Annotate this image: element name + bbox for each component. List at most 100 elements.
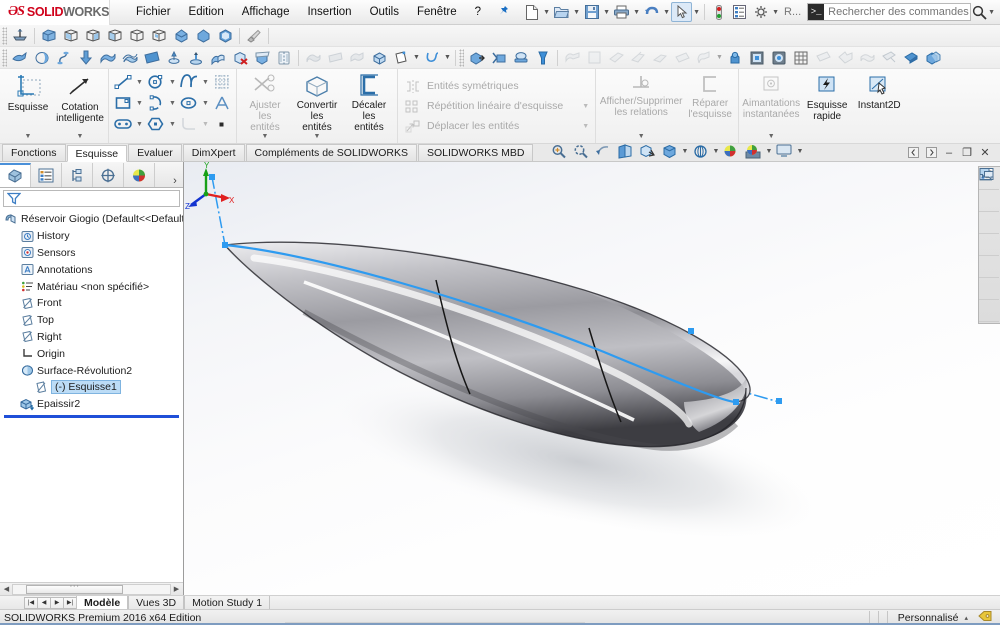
configuration-manager-tab[interactable] — [62, 163, 93, 187]
camera-icon[interactable] — [488, 48, 510, 68]
tree-item-right-plane[interactable]: Right — [2, 329, 183, 346]
rapid-sketch-button[interactable]: Esquisse rapide — [801, 70, 853, 142]
view-palette-icon[interactable] — [979, 168, 999, 256]
rebuild-icon[interactable] — [708, 2, 729, 22]
quick-snaps-button[interactable]: Aimantations instantanées ▼ — [741, 70, 801, 142]
chevron-down-icon[interactable]: ▼ — [764, 141, 773, 161]
fillet-icon[interactable] — [170, 26, 192, 46]
display-manager-tab[interactable] — [124, 163, 155, 187]
chevron-down-icon[interactable]: ▼ — [168, 121, 177, 128]
point-icon[interactable] — [210, 114, 234, 134]
chevron-down-icon[interactable]: ▼ — [168, 100, 177, 107]
save-icon[interactable] — [581, 2, 602, 22]
scale-icon[interactable] — [878, 48, 900, 68]
help-button[interactable]: ? — [995, 2, 1000, 22]
chevron-down-icon[interactable]: ▼ — [201, 79, 210, 86]
slot-icon[interactable] — [111, 114, 135, 134]
units-caret-icon[interactable]: ▴ — [964, 614, 978, 622]
undo-icon[interactable] — [641, 2, 662, 22]
chevron-down-icon[interactable]: ▼ — [412, 48, 421, 68]
flatten-surface-icon[interactable] — [856, 48, 878, 68]
search-input[interactable] — [828, 6, 971, 18]
tree-item-annotations[interactable]: Annotations — [2, 261, 183, 278]
previous-view-icon[interactable] — [592, 142, 614, 160]
chevron-down-icon[interactable]: ▼ — [795, 141, 804, 161]
instant2d-button[interactable]: Instant2D — [853, 70, 905, 142]
chevron-down-icon[interactable]: ▼ — [443, 48, 452, 68]
next-tab-button[interactable]: ▶ — [50, 596, 64, 609]
chevron-down-icon[interactable]: ▼ — [135, 100, 144, 107]
mirror-entities-row[interactable]: Entités symétriques — [404, 76, 589, 96]
chevron-down-icon[interactable]: ▼ — [568, 123, 589, 130]
mold-core-icon[interactable] — [746, 48, 768, 68]
circle-icon[interactable] — [144, 72, 168, 92]
sheet-metal-miter-icon[interactable] — [605, 48, 627, 68]
chevron-down-icon[interactable]: ▼ — [711, 141, 720, 161]
toolbar-grip[interactable] — [2, 48, 7, 67]
doc-tab-motion-study[interactable]: Motion Study 1 — [184, 595, 271, 610]
menu-item-insertion[interactable]: Insertion — [298, 3, 360, 21]
paint-appearance-icon[interactable] — [243, 26, 265, 46]
lofted-boss-icon[interactable] — [104, 26, 126, 46]
appearances-scenes-icon[interactable] — [979, 168, 999, 278]
tree-item-material[interactable]: Matériau <non spécifié> — [2, 278, 183, 295]
boundary-surface-icon[interactable] — [97, 48, 119, 68]
sheet-metal-base-icon[interactable] — [561, 48, 583, 68]
menu-item-fenetre[interactable]: Fenêtre — [408, 3, 466, 21]
chevron-down-icon[interactable]: ▼ — [25, 133, 32, 142]
doc-tab-modele[interactable]: Modèle — [76, 595, 129, 610]
scroll-right-icon[interactable]: ▶ — [171, 585, 182, 593]
first-tab-button[interactable]: |◀ — [24, 596, 38, 609]
menu-item-help[interactable]: ? — [466, 3, 490, 21]
chevron-down-icon[interactable]: ▼ — [201, 100, 210, 107]
ellipse-icon[interactable] — [177, 93, 201, 113]
previous-document-button[interactable] — [904, 144, 922, 161]
tree-item-origin[interactable]: Origin — [2, 345, 183, 362]
chevron-down-icon[interactable]: ▼ — [135, 121, 144, 128]
display-relations-button[interactable]: Afficher/Supprimer les relations ▼ — [598, 70, 684, 142]
chevron-down-icon[interactable]: ▼ — [680, 141, 689, 161]
open-document-icon[interactable] — [551, 2, 572, 22]
curve-icon[interactable] — [421, 48, 443, 68]
zoom-to-fit-icon[interactable] — [548, 142, 570, 160]
midsurface-icon[interactable] — [273, 48, 295, 68]
view-orientation-icon[interactable] — [636, 142, 658, 160]
print-icon[interactable] — [611, 2, 632, 22]
lights-icon[interactable] — [510, 48, 532, 68]
replace-face-icon[interactable] — [251, 48, 273, 68]
tree-item-front-plane[interactable]: Front — [2, 295, 183, 312]
arc-icon[interactable] — [144, 93, 168, 113]
offset-surface-icon[interactable] — [163, 48, 185, 68]
settings-gear-icon[interactable] — [750, 2, 771, 22]
sheet-metal-unfold-icon[interactable] — [693, 48, 715, 68]
tree-item-sensors[interactable]: Sensors — [2, 245, 183, 262]
linear-pattern-row[interactable]: Répétition linéaire d'esquisse ▼ — [404, 96, 589, 116]
sketch-button[interactable]: Esquisse ▼ — [2, 70, 54, 142]
edit-appearance-icon[interactable] — [720, 142, 742, 160]
chevron-down-icon[interactable]: ▼ — [662, 2, 671, 22]
grid-icon[interactable] — [210, 72, 234, 92]
chevron-down-icon[interactable]: ▼ — [568, 103, 589, 110]
units-label[interactable]: Personnalisé — [892, 612, 965, 624]
render-tools-icon[interactable] — [466, 48, 488, 68]
knit-surface-icon[interactable] — [207, 48, 229, 68]
chevron-down-icon[interactable]: ▼ — [692, 2, 701, 22]
minimize-document-button[interactable]: – — [940, 144, 958, 161]
menu-item-edition[interactable]: Edition — [180, 3, 233, 21]
doc-tab-vues3d[interactable]: Vues 3D — [128, 595, 185, 610]
offset-entities-button[interactable]: Décaler les entités — [343, 70, 395, 142]
reference-plane-icon[interactable] — [390, 48, 412, 68]
weldment-icon[interactable] — [724, 48, 746, 68]
fillet-icon[interactable] — [177, 114, 201, 134]
tree-item-surface-revolution[interactable]: Surface-Révolution2 — [2, 362, 183, 379]
tab-fonctions[interactable]: Fonctions — [2, 144, 66, 161]
graphics-viewport[interactable]: Y X Z — [184, 162, 1000, 595]
section-view-icon[interactable] — [614, 142, 636, 160]
extruded-surface-icon[interactable] — [9, 48, 31, 68]
command-search-box[interactable]: >_ — [807, 3, 972, 21]
hide-show-items-icon[interactable] — [689, 142, 711, 160]
restore-document-button[interactable]: ❐ — [958, 144, 976, 161]
property-manager-tab[interactable] — [31, 163, 62, 187]
extrude-boss-icon[interactable] — [38, 26, 60, 46]
tree-item-esquisse1[interactable]: (-) Esquisse1 — [2, 379, 183, 396]
